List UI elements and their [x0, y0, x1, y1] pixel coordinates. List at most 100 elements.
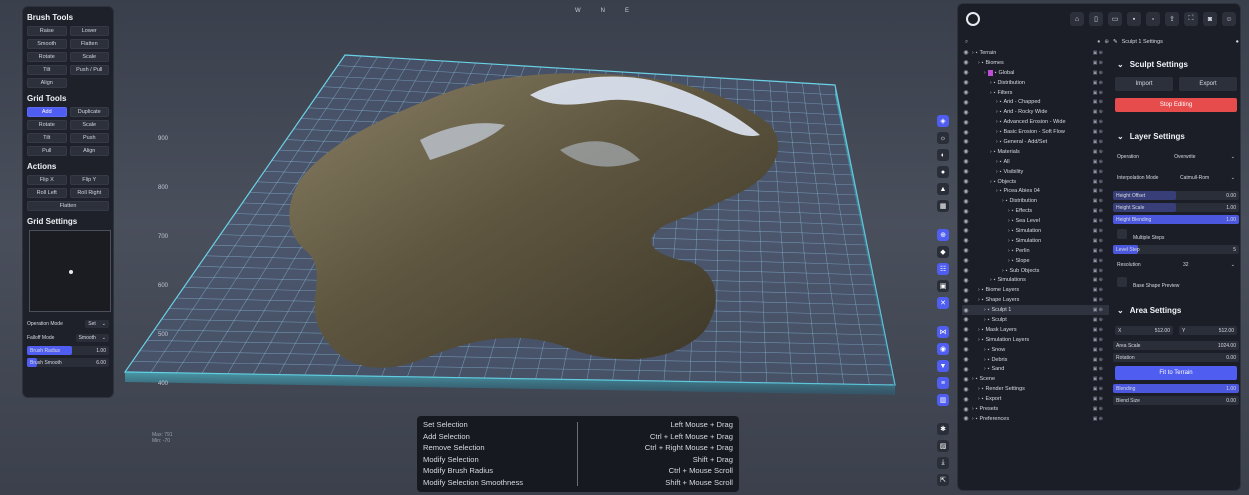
tree-item-advanced-erosion-wide[interactable]: ◉ › ▪ Advanced Erosion - Wide ▣ ⊕ [962, 117, 1109, 127]
tree-item-actions-icon[interactable]: ▣ ⊕ [1093, 376, 1103, 382]
expand-chevron-icon[interactable]: › [984, 317, 986, 323]
visibility-eye-icon[interactable]: ◉ [962, 79, 970, 86]
brush-lower-button[interactable]: Lower [69, 26, 109, 36]
tree-item-render-settings[interactable]: ◉ › ▪ Render Settings ▣ ⊕ [962, 384, 1109, 394]
operation-mode-select[interactable]: Set ⌄ [85, 319, 109, 328]
tree-item-all[interactable]: ◉ › ▪ All ▣ ⊕ [962, 157, 1109, 167]
import-button[interactable]: Import [1115, 77, 1173, 91]
visibility-eye-icon[interactable]: ◉ [962, 168, 970, 175]
open-folder-icon[interactable]: ▭ [1108, 12, 1122, 26]
tree-item-actions-icon[interactable]: ▣ ⊕ [1093, 129, 1103, 135]
visibility-eye-icon[interactable]: ◉ [962, 287, 970, 294]
tree-item-actions-icon[interactable]: ▣ ⊕ [1093, 297, 1103, 303]
visibility-eye-icon[interactable]: ◉ [962, 386, 970, 393]
action-flip-x-button[interactable]: Flip X [27, 175, 67, 185]
expand-chevron-icon[interactable]: › [972, 376, 974, 382]
action-roll-right-button[interactable]: Roll Right [69, 188, 109, 198]
tree-item-actions-icon[interactable]: ▣ ⊕ [1093, 327, 1103, 333]
visibility-eye-icon[interactable]: ◉ [962, 99, 970, 106]
water-icon[interactable]: ◐ [937, 149, 949, 161]
tree-item-arid-chapped[interactable]: ◉ › ▪ Arid - Chapped ▣ ⊕ [962, 97, 1109, 107]
expand-chevron-icon[interactable]: › [978, 60, 980, 66]
visibility-eye-icon[interactable]: ◉ [962, 366, 970, 373]
upload-icon[interactable]: ⇪ [1165, 12, 1179, 26]
tree-item-actions-icon[interactable]: ▣ ⊕ [1093, 386, 1103, 392]
tree-item-actions-icon[interactable]: ▣ ⊕ [1093, 119, 1103, 125]
grid-rotate-button[interactable]: Rotate [27, 120, 67, 130]
visibility-eye-icon[interactable]: ◉ [962, 119, 970, 126]
expand-chevron-icon[interactable]: › [1008, 208, 1010, 214]
tree-item-actions-icon[interactable]: ▣ ⊕ [1093, 357, 1103, 363]
expand-chevron-icon[interactable]: › [996, 159, 998, 165]
level-step-slider[interactable]: Level Step 5 [1113, 245, 1239, 254]
visibility-eye-icon[interactable]: ◉ [962, 138, 970, 145]
tree-item-actions-icon[interactable]: ▣ ⊕ [1093, 169, 1103, 175]
action-roll-left-button[interactable]: Roll Left [27, 188, 67, 198]
expand-chevron-icon[interactable]: › [972, 406, 974, 412]
visibility-eye-icon[interactable]: ◉ [962, 198, 970, 205]
tree-item-sculpt[interactable]: ◉ › ▪ Sculpt ▣ ⊕ [962, 315, 1109, 325]
visibility-eye-icon[interactable]: ◉ [962, 148, 970, 155]
visibility-eye-icon[interactable]: ◉ [962, 89, 970, 96]
image-icon[interactable]: ▨ [937, 440, 949, 452]
visibility-eye-icon[interactable]: ◉ [962, 237, 970, 244]
fit-to-terrain-button[interactable]: Fit to Terrain [1115, 366, 1237, 380]
tree-item-picea-abies-04[interactable]: ◉ › ▪ Picea Abies 04 ▣ ⊕ [962, 186, 1109, 196]
tag-icon[interactable]: ◆ [937, 246, 949, 258]
tree-item-actions-icon[interactable]: ▣ ⊕ [1093, 347, 1103, 353]
resolution-row[interactable]: Resolution 32 ⌄ [1113, 257, 1239, 272]
expand-chevron-icon[interactable]: › [1008, 258, 1010, 264]
tree-item-filters[interactable]: ◉ › ▪ Filters ▣ ⊕ [962, 88, 1109, 98]
expand-chevron-icon[interactable]: › [996, 169, 998, 175]
expand-chevron-icon[interactable]: › [984, 366, 986, 372]
tree-item-effects[interactable]: ◉ › ▪ Effects ▣ ⊕ [962, 206, 1109, 216]
tree-item-actions-icon[interactable]: ▣ ⊕ [1093, 277, 1103, 283]
expand-chevron-icon[interactable]: › [990, 80, 992, 86]
tree-item-biomes[interactable]: ◉ › ▪ Biomes ▣ ⊕ [962, 58, 1109, 68]
expand-chevron-icon[interactable]: › [990, 277, 992, 283]
stop-editing-button[interactable]: Stop Editing [1115, 98, 1237, 112]
expand-chevron-icon[interactable]: › [996, 119, 998, 125]
brush-scale-button[interactable]: Scale [69, 52, 109, 62]
grid-pad[interactable] [29, 230, 111, 312]
expand-chevron-icon[interactable]: › [978, 297, 980, 303]
nodes-icon[interactable]: ⋈ [937, 326, 949, 338]
grid-push-button[interactable]: Push [69, 133, 109, 143]
tree-item-distribution[interactable]: ◉ › ▪ Distribution ▣ ⊕ [962, 196, 1109, 206]
base-shape-checkbox[interactable] [1117, 276, 1127, 287]
tree-item-perlin[interactable]: ◉ › ▪ Perlin ▣ ⊕ [962, 246, 1109, 256]
tree-item-debris[interactable]: ◉ › ▪ Debris ▣ ⊕ [962, 355, 1109, 365]
brush-rotate-button[interactable]: Rotate [27, 52, 67, 62]
expand-chevron-icon[interactable]: › [972, 50, 974, 56]
grid-scale-button[interactable]: Scale [69, 120, 109, 130]
expand-chevron-icon[interactable]: › [978, 287, 980, 293]
expand-chevron-icon[interactable]: › [1008, 238, 1010, 244]
blend-size-slider[interactable]: Blend Size 0.00 [1113, 396, 1239, 405]
tree-item-terrain[interactable]: ◉ › ▪ Terrain ▣ ⊕ [962, 48, 1109, 58]
tree-item-mask-layers[interactable]: ◉ › ▪ Mask Layers ▣ ⊕ [962, 325, 1109, 335]
download-icon[interactable]: ⤓ [937, 457, 949, 469]
tree-item-actions-icon[interactable]: ▣ ⊕ [1093, 139, 1103, 145]
visibility-eye-icon[interactable]: ◉ [962, 178, 970, 185]
visibility-eye-icon[interactable]: ◉ [962, 158, 970, 165]
tree-item-biome-layers[interactable]: ◉ › ▪ Biome Layers ▣ ⊕ [962, 285, 1109, 295]
grid-pad-handle[interactable] [69, 270, 73, 274]
expand-chevron-icon[interactable]: › [984, 347, 986, 353]
visibility-eye-icon[interactable]: ◉ [962, 188, 970, 195]
visibility-eye-icon[interactable]: ◉ [962, 326, 970, 333]
brush-radius-slider[interactable]: Brush Radius 1.00 [27, 346, 109, 355]
tree-item-simulations[interactable]: ◉ › ▪ Simulations ▣ ⊕ [962, 275, 1109, 285]
height-offset-slider[interactable]: Height Offset 0.00 [1113, 191, 1239, 200]
tree-item-basic-erosion-soft-flow[interactable]: ◉ › ▪ Basic Erosion - Soft Flow ▣ ⊕ [962, 127, 1109, 137]
visibility-eye-icon[interactable]: ◉ [962, 69, 970, 76]
fire-icon[interactable]: ▲ [937, 183, 949, 195]
tree-item-visibility[interactable]: ◉ › ▪ Visibility ▣ ⊕ [962, 167, 1109, 177]
falloff-mode-select[interactable]: Smooth ⌄ [75, 333, 109, 342]
tree-item-actions-icon[interactable]: ▣ ⊕ [1093, 208, 1103, 214]
robot-icon[interactable]: ☺ [1222, 12, 1236, 26]
expand-chevron-icon[interactable]: › [978, 327, 980, 333]
multiple-steps-row[interactable]: Multiple Steps [1113, 227, 1239, 242]
grid-align-button[interactable]: Align [69, 146, 109, 156]
tree-item-arid-rocky-wide[interactable]: ◉ › ▪ Arid - Rocky Wide ▣ ⊕ [962, 107, 1109, 117]
tree-item-snow[interactable]: ◉ › ▪ Snow ▣ ⊕ [962, 345, 1109, 355]
